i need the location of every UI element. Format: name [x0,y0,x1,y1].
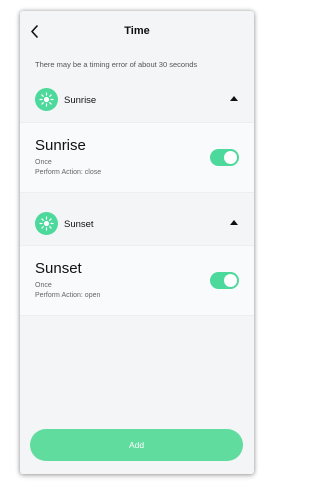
card-action: Perform Action: open [35,292,101,299]
sun-icon [35,212,58,235]
phone-screen: Time There may be a timing error of abou… [20,11,254,474]
caret-up-icon[interactable] [230,220,238,225]
caret-up-icon[interactable] [230,96,238,101]
add-button[interactable]: Add [30,429,243,461]
toggle-knob [224,151,237,164]
section-label: Sunrise [64,94,97,106]
section-header-sunrise[interactable]: Sunrise [20,87,254,113]
page-title: Time [124,25,150,37]
section-label: Sunset [64,218,94,230]
schedule-card-sunset[interactable]: Sunset Once Perform Action: open [20,245,254,316]
back-button[interactable] [26,22,42,40]
card-repeat: Once [35,282,52,289]
schedule-card-sunrise[interactable]: Sunrise Once Perform Action: close [20,122,254,193]
chevron-left-icon [30,24,38,38]
enable-toggle[interactable] [210,272,239,289]
enable-toggle[interactable] [210,149,239,166]
card-title: Sunrise [35,137,86,154]
sun-icon [35,88,58,111]
header-bar: Time [20,11,254,51]
card-repeat: Once [35,159,52,166]
card-title: Sunset [35,260,82,277]
card-action: Perform Action: close [35,169,102,176]
timing-notice: There may be a timing error of about 30 … [35,60,198,69]
toggle-knob [224,274,237,287]
section-header-sunset[interactable]: Sunset [20,211,254,237]
